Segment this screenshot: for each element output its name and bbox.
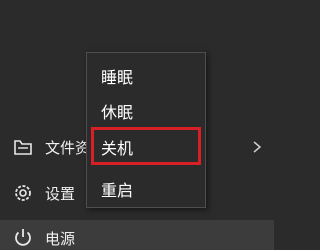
menu-item-shutdown[interactable]: 关机 (87, 130, 205, 164)
sidebar-item-label: 文件资 (45, 138, 91, 157)
documents-folder-icon (12, 136, 34, 158)
sidebar-item-label: 设置 (45, 184, 76, 203)
power-icon (12, 226, 34, 248)
menu-item-restart[interactable]: 重启 (87, 172, 205, 206)
gear-icon (12, 182, 34, 204)
start-menu: 文件资 设置 电源 睡眠 休眠 关机 重启 (0, 0, 274, 250)
menu-item-hibernate[interactable]: 休眠 (87, 94, 205, 128)
power-options-menu: 睡眠 休眠 关机 重启 (86, 52, 206, 208)
menu-item-sleep[interactable]: 睡眠 (87, 59, 205, 93)
chevron-right-icon (252, 139, 262, 153)
